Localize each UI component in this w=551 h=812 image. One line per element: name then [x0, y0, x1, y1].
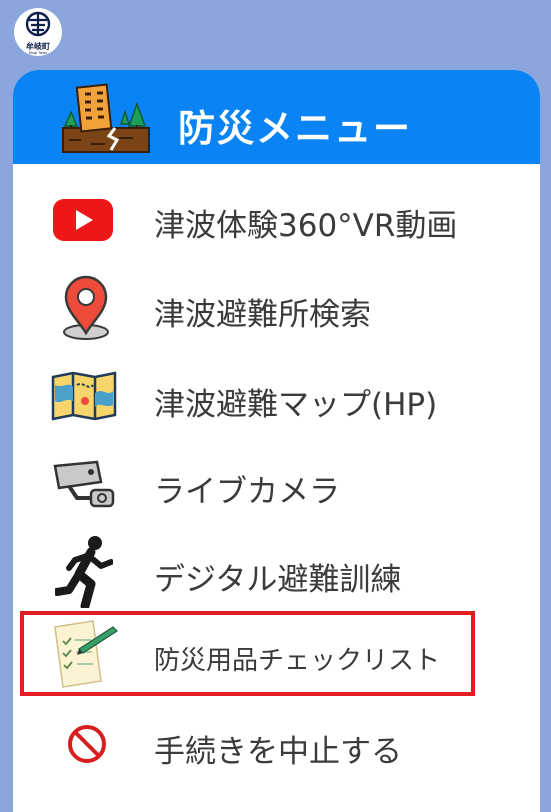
youtube-play-icon	[53, 199, 113, 241]
menu-item-cancel-procedure[interactable]: 手続きを中止する	[13, 702, 540, 788]
menu-item-label: 津波避難マップ(HP)	[154, 387, 438, 423]
menu-header: 防災メニュー	[13, 70, 540, 164]
town-logo: 牟岐町 Mugi Town	[14, 8, 62, 56]
menu-item-label: 津波避難所検索	[154, 297, 371, 333]
menu-item-evacuation-map[interactable]: 津波避難マップ(HP)	[13, 353, 540, 439]
menu-item-label: 手続きを中止する	[154, 734, 402, 770]
security-camera-icon	[53, 460, 115, 508]
menu-item-label: デジタル避難訓練	[154, 562, 402, 598]
menu-item-label: 津波体験360°VR動画	[154, 208, 458, 244]
menu-item-live-camera[interactable]: ライブカメラ	[13, 440, 540, 526]
menu-title: 防災メニュー	[178, 107, 412, 150]
prohibited-icon	[68, 725, 106, 763]
logo-text: 牟岐町	[26, 42, 50, 51]
menu-item-digital-drill[interactable]: デジタル避難訓練	[13, 528, 540, 614]
disaster-menu-panel: 防災メニュー 津波体験360°VR動画 津波避難所検索 津波避難マップ(HP)	[13, 70, 540, 812]
collapsed-building-icon	[62, 83, 150, 153]
running-person-icon	[55, 536, 113, 608]
map-pin-icon	[63, 275, 109, 340]
menu-item-label: ライブカメラ	[154, 474, 340, 510]
selection-highlight-box	[20, 611, 475, 696]
menu-item-tsunami-vr-video[interactable]: 津波体験360°VR動画	[13, 175, 540, 261]
logo-subtext: Mugi Town	[28, 51, 48, 55]
folded-map-icon	[51, 371, 117, 421]
menu-item-shelter-search[interactable]: 津波避難所検索	[13, 265, 540, 351]
